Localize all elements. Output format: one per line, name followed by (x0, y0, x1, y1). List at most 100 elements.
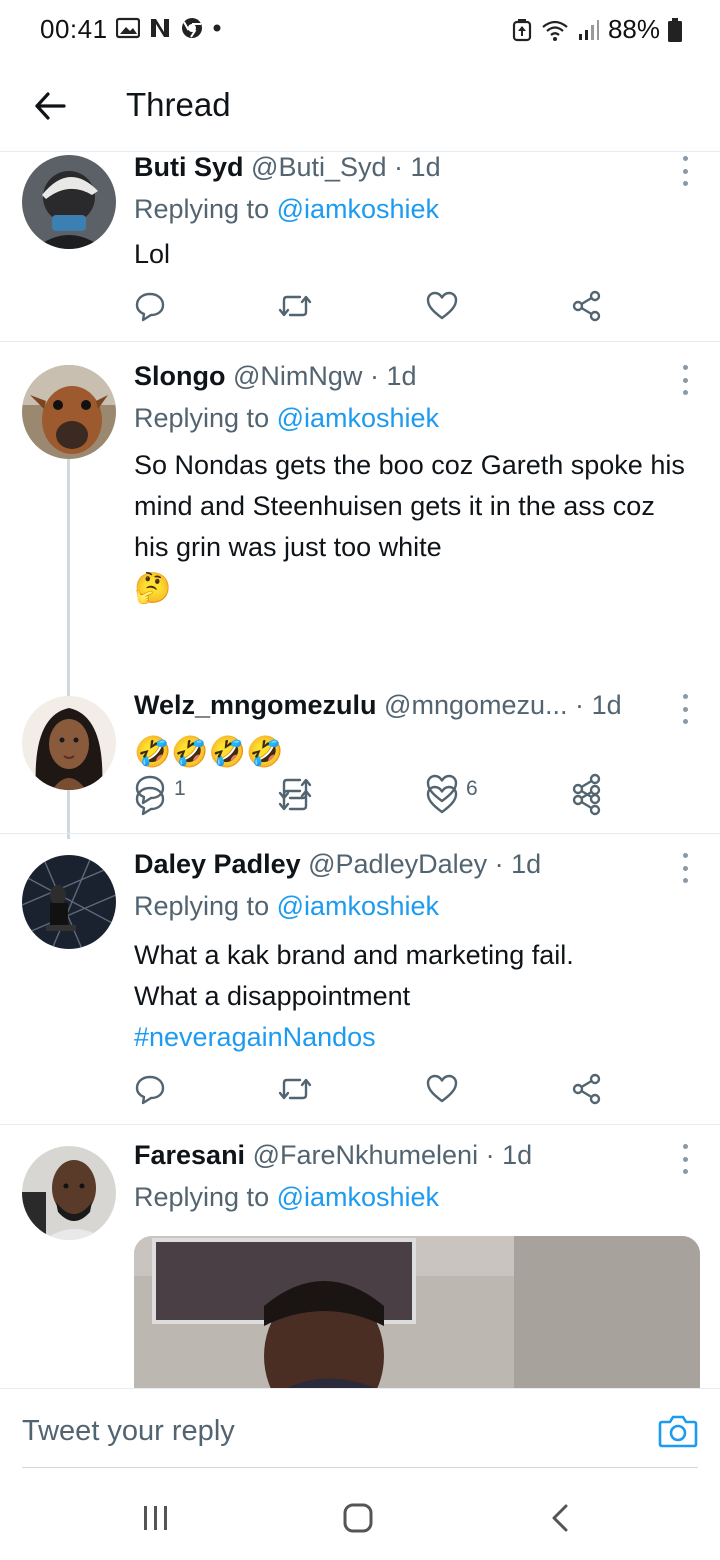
thinking-emoji: 🤔 (134, 572, 172, 605)
tweet-meta: Faresani @FareNkhumeleni · 1d (134, 1140, 660, 1180)
tweet-text: So Nondas gets the boo coz Gareth spoke … (134, 445, 696, 610)
user-handle[interactable]: @mngomezu... (384, 690, 567, 720)
home-button[interactable] (336, 1498, 380, 1538)
like-button[interactable] (426, 1071, 466, 1107)
separator-dot: · (494, 849, 504, 879)
like-button[interactable] (426, 288, 466, 324)
wifi-icon (542, 20, 568, 41)
battery-icon (668, 17, 682, 42)
tweet-meta: Slongo @NimNgw · 1d (134, 361, 660, 401)
separator-dot: · (369, 361, 379, 391)
battery-percent: 88% (607, 14, 660, 44)
tweet-text: What a kak brand and marketing fail. Wha… (134, 935, 696, 1058)
mention-link[interactable]: @iamkoshiek (277, 403, 439, 433)
tweet-time: 1d (511, 849, 542, 879)
replying-to: Replying to @iamkoshiek (134, 1182, 439, 1213)
retweet-icon (278, 789, 312, 811)
tweet-time: 1d (502, 1140, 533, 1170)
reply-icon (135, 1075, 165, 1105)
retweet-icon (278, 1078, 312, 1100)
avatar[interactable] (22, 155, 116, 249)
avatar[interactable] (22, 365, 116, 459)
share-icon (572, 784, 601, 816)
avatar[interactable] (22, 696, 116, 790)
tweet[interactable]: Buti Syd @Buti_Syd · 1d Replying to @iam… (0, 152, 720, 342)
display-name[interactable]: Welz_mngomezulu (134, 690, 377, 720)
retweet-button[interactable] (278, 288, 312, 324)
display-name[interactable]: Buti Syd (134, 152, 244, 182)
tweet-meta: Daley Padley @PadleyDaley · 1d (134, 849, 660, 889)
like-icon (426, 785, 458, 814)
reply-icon (135, 292, 165, 322)
avatar[interactable] (22, 855, 116, 949)
home-icon (343, 1503, 373, 1533)
camera-button[interactable] (658, 1413, 698, 1453)
display-name[interactable]: Faresani (134, 1140, 245, 1170)
like-button[interactable] (426, 782, 466, 818)
share-button[interactable] (572, 1071, 602, 1107)
signal-icon (578, 19, 599, 40)
tweet-text-line1: What a kak brand and marketing fail. (134, 940, 574, 970)
more-options-button[interactable] (678, 853, 692, 883)
user-handle[interactable]: @PadleyDaley (308, 849, 487, 879)
reply-button[interactable] (134, 1071, 174, 1107)
chrome-icon (182, 18, 202, 38)
back-button[interactable] (30, 86, 70, 126)
recents-icon (144, 1506, 167, 1530)
tweet-text: 🤣🤣🤣🤣 (134, 736, 284, 769)
page-title: Thread (126, 86, 231, 123)
tweet[interactable]: Welz_mngomezulu @mngomezu... · 1d 🤣🤣🤣🤣 (0, 680, 720, 834)
reply-button[interactable] (134, 782, 174, 818)
recents-button[interactable] (134, 1498, 178, 1538)
more-options-button[interactable] (678, 694, 692, 724)
replying-to: Replying to @iamkoshiek (134, 891, 439, 922)
tweet[interactable]: Daley Padley @PadleyDaley · 1d Replying … (0, 835, 720, 1125)
tweet[interactable]: Faresani @FareNkhumeleni · 1d Replying t… (0, 1126, 720, 1388)
more-options-button[interactable] (678, 156, 692, 186)
nav-back-icon (552, 1504, 568, 1532)
thread-feed[interactable]: Buti Syd @Buti_Syd · 1d Replying to @iam… (0, 152, 720, 1388)
share-icon (572, 290, 601, 322)
status-time: 00:41 (40, 14, 108, 44)
display-name[interactable]: Slongo (134, 361, 225, 391)
more-options-button[interactable] (678, 1144, 692, 1174)
mention-link[interactable]: @iamkoshiek (277, 1182, 439, 1212)
retweet-button[interactable] (278, 1071, 312, 1107)
avatar[interactable] (22, 1146, 116, 1240)
reply-underline (22, 1467, 698, 1468)
battery-saver-icon (512, 18, 532, 41)
mention-link[interactable]: @iamkoshiek (277, 194, 439, 224)
retweet-icon (278, 295, 312, 317)
separator-dot: · (394, 152, 404, 182)
status-bar: 00:41 88% (0, 0, 720, 60)
user-handle[interactable]: @NimNgw (233, 361, 362, 391)
tweet-text-line2: What a disappointment (134, 981, 411, 1011)
mention-link[interactable]: @iamkoshiek (277, 891, 439, 921)
replying-prefix: Replying to (134, 891, 277, 921)
replying-prefix: Replying to (134, 1182, 277, 1212)
tweet-meta: Buti Syd @Buti_Syd · 1d (134, 152, 660, 192)
replying-to: Replying to @iamkoshiek (134, 194, 439, 225)
separator-dot: · (575, 690, 585, 720)
hashtag-link[interactable]: #neveragainNandos (134, 1022, 376, 1052)
replying-prefix: Replying to (134, 403, 277, 433)
reply-input[interactable]: Tweet your reply (22, 1415, 235, 1448)
user-handle[interactable]: @Buti_Syd (251, 152, 386, 182)
more-options-button[interactable] (678, 365, 692, 395)
user-handle[interactable]: @FareNkhumeleni (253, 1140, 479, 1170)
share-button[interactable] (572, 288, 602, 324)
display-name[interactable]: Daley Padley (134, 849, 301, 879)
notification-icons (116, 16, 222, 40)
reply-button[interactable] (134, 288, 174, 324)
dot-icon (213, 24, 221, 32)
system-back-button[interactable] (538, 1498, 582, 1538)
back-arrow-icon (35, 92, 66, 120)
separator-dot: · (485, 1140, 495, 1170)
tweet-actions (134, 782, 604, 818)
share-button[interactable] (572, 782, 602, 818)
status-right: 88% (512, 14, 682, 45)
retweet-button[interactable] (278, 782, 312, 818)
app-header: Thread (0, 60, 720, 152)
replying-prefix: Replying to (134, 194, 277, 224)
tweet-media[interactable] (134, 1236, 700, 1388)
